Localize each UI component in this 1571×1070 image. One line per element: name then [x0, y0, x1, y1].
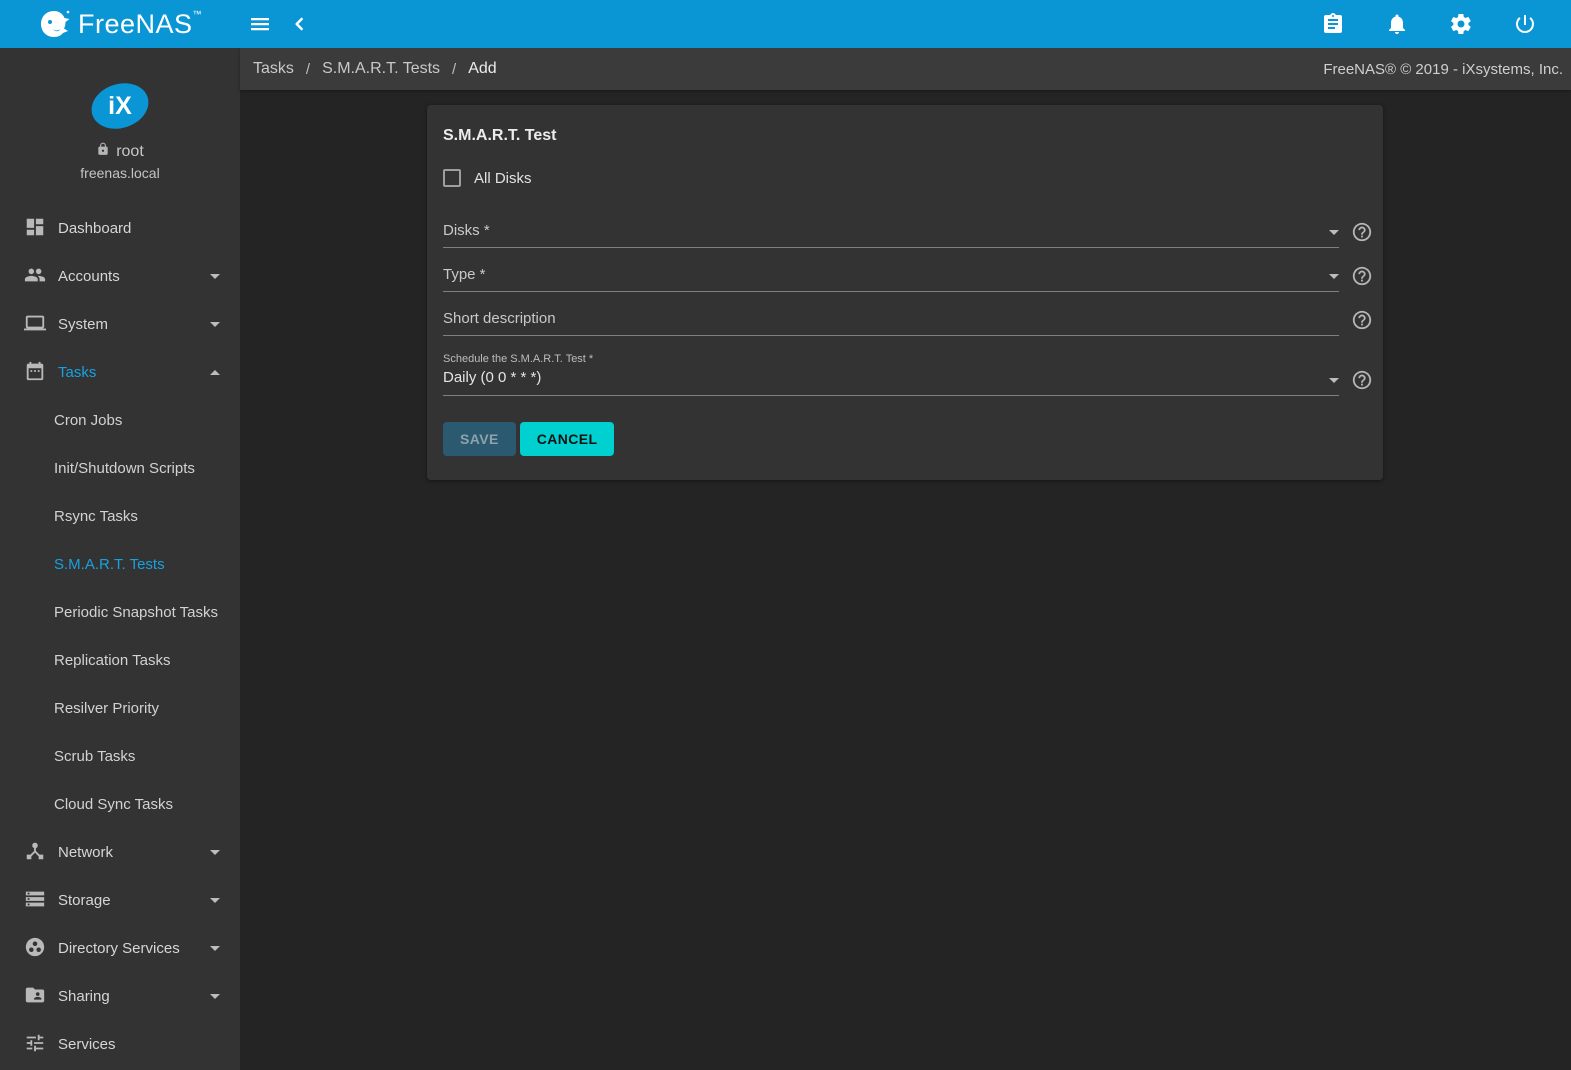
breadcrumb: Tasks / S.M.A.R.T. Tests / Add FreeNAS® … — [240, 48, 1571, 90]
trademark: ™ — [192, 8, 203, 19]
cancel-button[interactable]: CANCEL — [519, 422, 615, 456]
sidebar-item-label: Storage — [58, 891, 111, 909]
chevron-down-icon — [210, 993, 220, 999]
sidebar-item-periodic-snapshot-tasks[interactable]: Periodic Snapshot Tasks — [0, 588, 240, 636]
smart-test-form-card: S.M.A.R.T. Test All Disks Disks * Type * — [427, 105, 1383, 480]
people-icon — [24, 264, 48, 288]
chevron-down-icon — [210, 321, 220, 327]
brand-text: FreeNAS™ — [77, 8, 203, 39]
collapse-sidenav-button[interactable] — [280, 4, 320, 44]
ix-systems-logo: iX — [85, 76, 155, 136]
directory-services-icon — [24, 936, 48, 960]
sidebar-item-scrub-tasks[interactable]: Scrub Tasks — [0, 732, 240, 780]
disks-select[interactable]: Disks * — [443, 222, 1339, 248]
settings-button[interactable] — [1441, 4, 1481, 44]
gear-icon — [1449, 12, 1473, 36]
power-icon — [1513, 12, 1537, 36]
sidebar-item-dashboard[interactable]: Dashboard — [0, 204, 240, 252]
sidebar-item-cron-jobs[interactable]: Cron Jobs — [0, 396, 240, 444]
chevron-up-icon — [210, 369, 220, 375]
notifications-button[interactable] — [1377, 4, 1417, 44]
menu-toggle-button[interactable] — [240, 4, 280, 44]
user-name: root — [116, 142, 144, 160]
sidebar-item-label: Accounts — [58, 267, 120, 285]
sidebar-item-storage[interactable]: Storage — [0, 876, 240, 924]
type-select[interactable]: Type * — [443, 266, 1339, 292]
breadcrumb-separator: / — [452, 60, 457, 78]
all-disks-label: All Disks — [474, 169, 532, 187]
disks-label: Disks * — [443, 222, 490, 239]
network-hub-icon — [24, 840, 48, 864]
breadcrumb-separator: / — [305, 60, 311, 78]
sidebar-item-label: Tasks — [58, 363, 97, 381]
hamburger-icon — [248, 12, 272, 36]
type-help-icon[interactable] — [1351, 265, 1373, 287]
shark-icon — [38, 9, 72, 39]
breadcrumb-smart-tests[interactable]: S.M.A.R.T. Tests — [322, 60, 440, 78]
breadcrumb-add: Add — [468, 60, 497, 77]
sidebar-item-system[interactable]: System — [0, 300, 240, 348]
laptop-icon — [24, 312, 48, 336]
save-button[interactable]: SAVE — [443, 422, 516, 456]
chevron-left-icon — [290, 14, 310, 34]
tune-sliders-icon — [24, 1032, 48, 1056]
chevron-down-icon — [210, 945, 220, 951]
breadcrumb-tasks[interactable]: Tasks — [253, 60, 294, 78]
sidebar-item-directory-services[interactable]: Directory Services — [0, 924, 240, 972]
sidebar-item-smart-tests[interactable]: S.M.A.R.T. Tests — [0, 540, 240, 588]
sidebar-item-label: Dashboard — [58, 219, 132, 237]
sidebar-item-resilver-priority[interactable]: Resilver Priority — [0, 684, 240, 732]
all-disks-checkbox-row[interactable]: All Disks — [443, 169, 1367, 187]
top-bar: FreeNAS™ — [0, 0, 1571, 48]
sidebar-item-accounts[interactable]: Accounts — [0, 252, 240, 300]
sidebar-item-label: Services — [58, 1035, 116, 1053]
lock-icon — [96, 142, 110, 161]
disks-help-icon[interactable] — [1351, 221, 1373, 243]
chevron-down-icon — [210, 897, 220, 903]
schedule-help-icon[interactable] — [1351, 369, 1373, 391]
schedule-value: Daily (0 0 * * *) — [443, 369, 542, 386]
power-button[interactable] — [1505, 4, 1545, 44]
freenas-logo: FreeNAS™ — [0, 0, 240, 48]
task-manager-button[interactable] — [1313, 4, 1353, 44]
host-name: freenas.local — [80, 165, 160, 181]
sidebar-item-tasks[interactable]: Tasks — [0, 348, 240, 396]
schedule-label: Schedule the S.M.A.R.T. Test * — [443, 353, 594, 365]
sidebar-user-panel: iX root freenas.local — [0, 48, 240, 204]
chevron-down-icon — [1329, 274, 1339, 279]
sidebar-item-services[interactable]: Services — [0, 1020, 240, 1068]
chevron-down-icon — [210, 849, 220, 855]
copyright-text: FreeNAS® © 2019 - iXsystems, Inc. — [1323, 60, 1563, 78]
all-disks-checkbox[interactable] — [443, 169, 461, 187]
short-description-help-icon[interactable] — [1351, 309, 1373, 331]
bell-icon — [1385, 12, 1409, 36]
form-title: S.M.A.R.T. Test — [443, 127, 557, 144]
sidebar-item-cloud-sync-tasks[interactable]: Cloud Sync Tasks — [0, 780, 240, 828]
storage-icon — [24, 888, 48, 912]
sidebar-item-label: System — [58, 315, 109, 333]
clipboard-icon — [1321, 12, 1345, 36]
sidebar-item-sharing[interactable]: Sharing — [0, 972, 240, 1020]
folder-shared-icon — [24, 984, 48, 1008]
type-label: Type * — [443, 266, 486, 283]
calendar-icon — [24, 360, 48, 384]
main-content: S.M.A.R.T. Test All Disks Disks * Type * — [240, 90, 1571, 1070]
chevron-down-icon — [1329, 230, 1339, 235]
schedule-select[interactable]: Schedule the S.M.A.R.T. Test * Daily (0 … — [443, 353, 1339, 396]
sidebar: iX root freenas.local Dashboard Accounts… — [0, 48, 240, 1070]
sidebar-item-label: Directory Services — [58, 939, 180, 957]
short-description-input[interactable] — [443, 310, 1339, 327]
sidebar-item-replication-tasks[interactable]: Replication Tasks — [0, 636, 240, 684]
sidebar-item-network[interactable]: Network — [0, 828, 240, 876]
sidebar-item-rsync-tasks[interactable]: Rsync Tasks — [0, 492, 240, 540]
sidebar-item-label: Network — [58, 843, 114, 861]
dashboard-icon — [24, 216, 48, 240]
chevron-down-icon — [1329, 378, 1339, 383]
sidebar-item-label: Sharing — [58, 987, 110, 1005]
sidebar-item-init-shutdown-scripts[interactable]: Init/Shutdown Scripts — [0, 444, 240, 492]
chevron-down-icon — [210, 273, 220, 279]
